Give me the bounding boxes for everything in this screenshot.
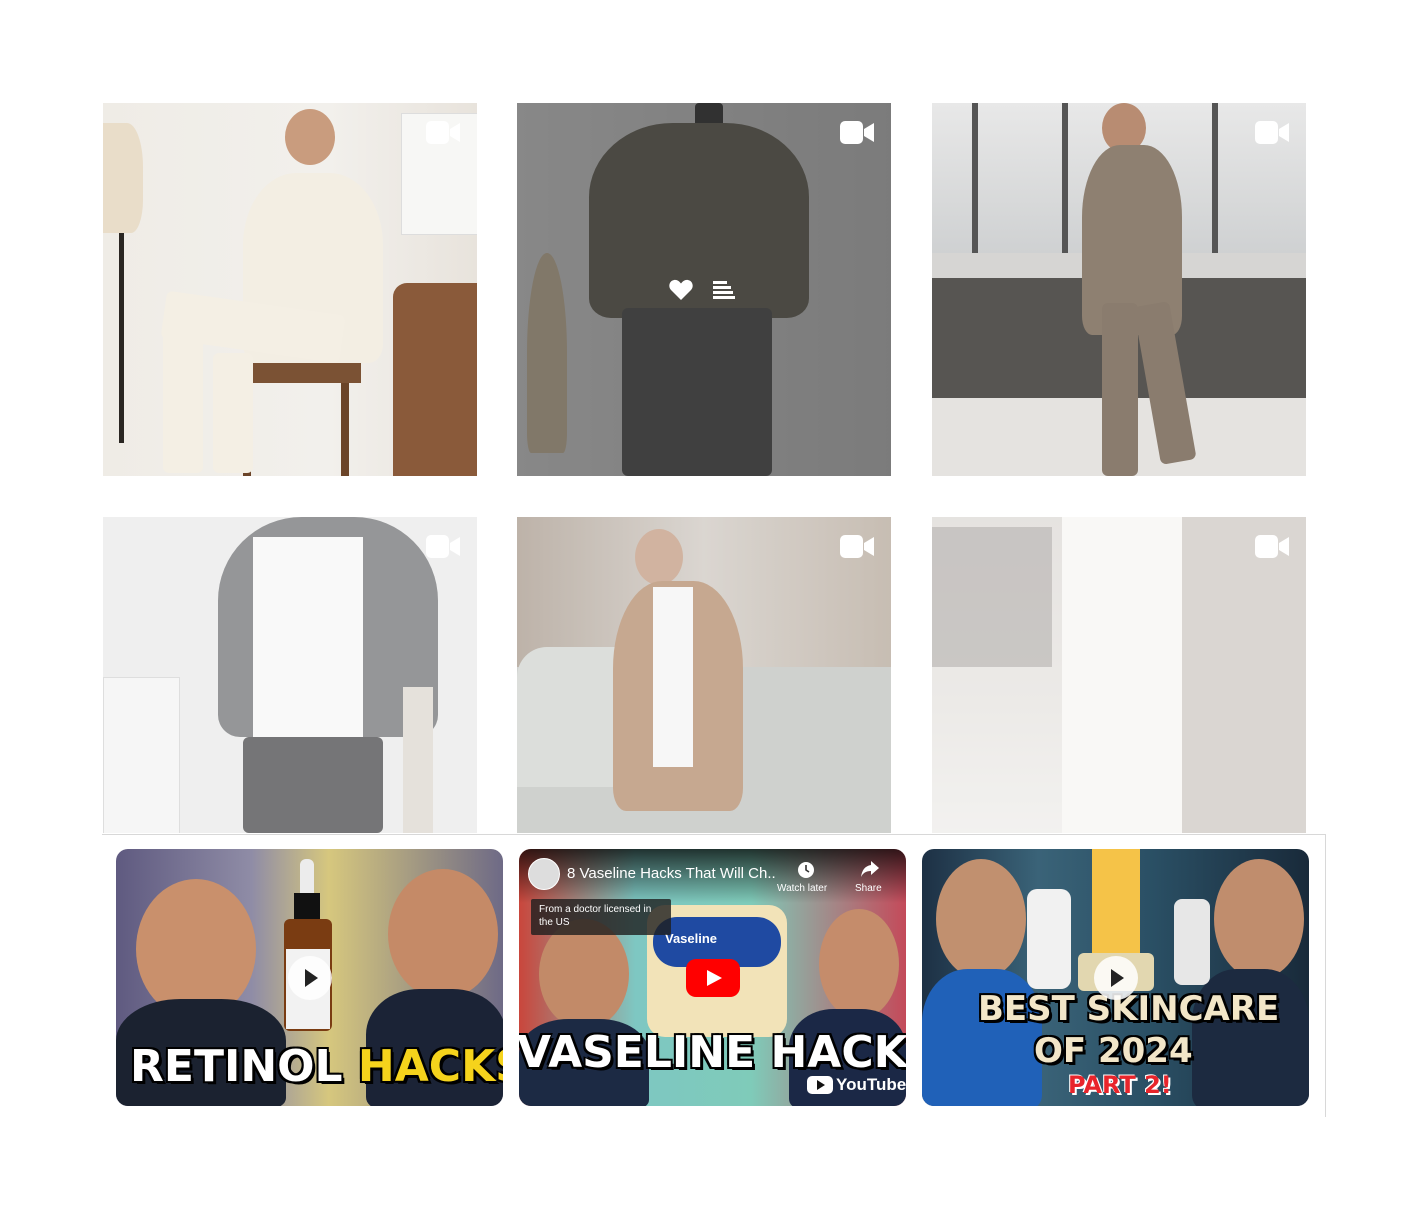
- youtube-wordmark: YouTube: [836, 1075, 906, 1094]
- video-camera-icon: [426, 534, 460, 559]
- post-thumbnail: [932, 103, 1306, 476]
- clock-icon[interactable]: [797, 861, 815, 884]
- youtube-embed-strip: RETINOL HACKS Vaseline 8 Vaseline Hacks …: [102, 834, 1326, 1117]
- post-tile-3[interactable]: [932, 103, 1306, 476]
- badge-text: From a doctor licensed in the US: [539, 904, 652, 928]
- post-thumbnail: [103, 103, 477, 476]
- play-icon[interactable]: [1093, 955, 1138, 1000]
- youtube-video-card-3[interactable]: BEST SKINCARE OF 2024 PART 2!: [922, 849, 1309, 1106]
- watch-later-label[interactable]: Watch later: [777, 883, 827, 894]
- heart-icon[interactable]: [669, 279, 693, 305]
- channel-avatar[interactable]: [528, 858, 560, 890]
- post-tile-5[interactable]: [517, 517, 891, 833]
- video-camera-icon: [1255, 120, 1289, 145]
- comments-icon[interactable]: [713, 280, 735, 304]
- caption-vaseline-hacks: VASELINE HACKS: [519, 1027, 906, 1078]
- hover-stats: [669, 279, 735, 305]
- caption-retinol: RETINOL: [130, 1041, 343, 1092]
- post-tile-6[interactable]: [932, 517, 1306, 833]
- play-icon[interactable]: [287, 955, 332, 1000]
- caption-of-2024: OF 2024: [1034, 1031, 1193, 1071]
- share-label[interactable]: Share: [855, 883, 882, 894]
- vaseline-brand: Vaseline: [665, 931, 718, 946]
- video-camera-icon: [840, 120, 874, 145]
- youtube-play-icon[interactable]: [685, 958, 740, 997]
- youtube-video-card-1[interactable]: RETINOL HACKS: [116, 849, 503, 1106]
- video-camera-icon: [840, 534, 874, 559]
- post-tile-1[interactable]: [103, 103, 477, 476]
- post-tile-2[interactable]: [517, 103, 891, 476]
- post-tile-4[interactable]: [103, 517, 477, 833]
- video-camera-icon: [426, 120, 460, 145]
- video-title[interactable]: 8 Vaseline Hacks That Will Ch...: [567, 865, 777, 882]
- health-info-badge[interactable]: From a doctor licensed in the US: [531, 899, 671, 935]
- youtube-video-card-2[interactable]: Vaseline 8 Vaseline Hacks That Will Ch..…: [519, 849, 906, 1106]
- video-camera-icon: [1255, 534, 1289, 559]
- caption-hacks: HACKS: [357, 1041, 503, 1092]
- tile-fade: [932, 517, 1306, 833]
- tile-fade: [517, 517, 891, 833]
- tile-fade: [103, 517, 477, 833]
- caption-part-2: PART 2!: [1068, 1071, 1172, 1099]
- youtube-logo[interactable]: YouTube: [807, 1075, 906, 1095]
- share-icon[interactable]: [861, 861, 879, 882]
